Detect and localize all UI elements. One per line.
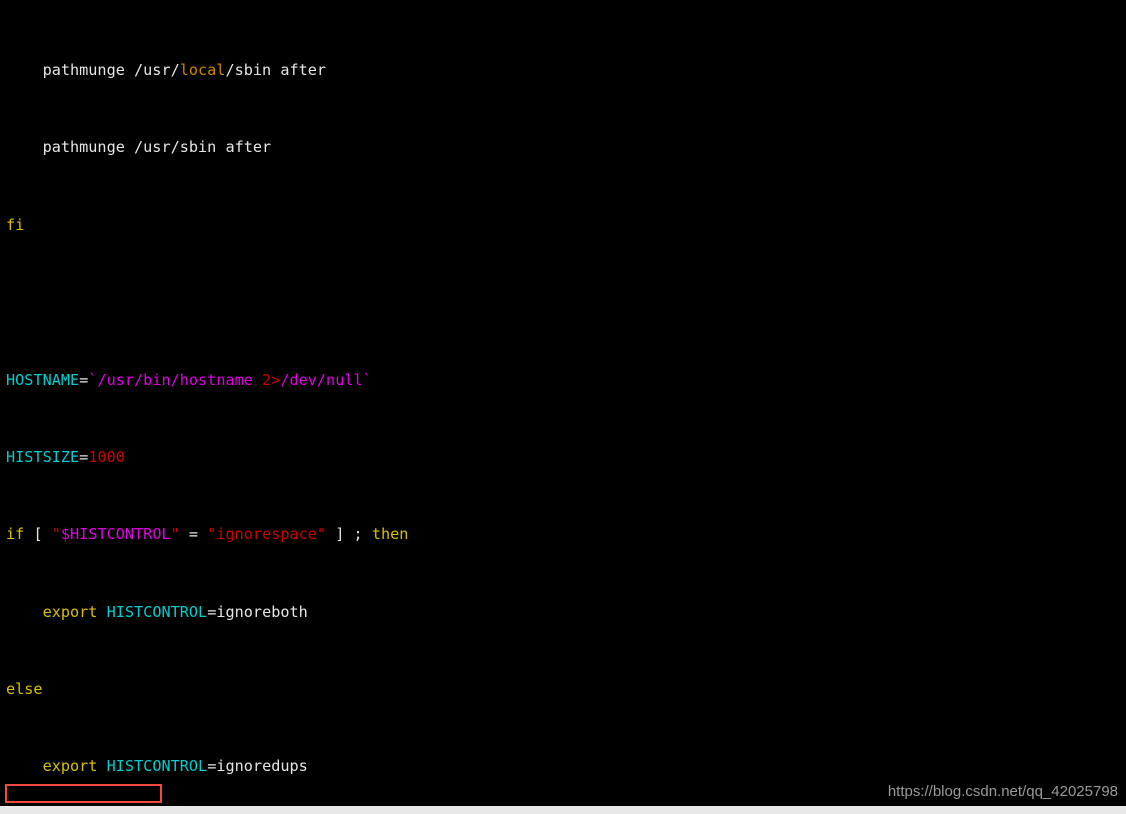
token-plain: [ bbox=[24, 525, 52, 544]
code-line: fi bbox=[6, 216, 683, 235]
token-string: "ignorespace" bbox=[207, 525, 327, 544]
token-string: 2> bbox=[262, 370, 281, 389]
code-line: export HISTCONTROL=ignoredups bbox=[6, 757, 683, 776]
code-line: HOSTNAME=`/usr/bin/hostname 2>/dev/null` bbox=[6, 371, 683, 390]
token-keyword: if bbox=[6, 525, 25, 544]
token-special: local bbox=[179, 61, 226, 80]
code-line: else bbox=[6, 680, 683, 699]
token-plain: = bbox=[79, 447, 89, 466]
code-line: HISTSIZE=1000 bbox=[6, 448, 683, 467]
code-line: pathmunge /usr/local/sbin after bbox=[6, 61, 683, 80]
token-identifier: HISTSIZE bbox=[6, 447, 80, 466]
token-string: 1000 bbox=[88, 447, 125, 466]
source-code-text: pathmunge /usr/local/sbin after pathmung… bbox=[6, 3, 683, 806]
token-keyword: fi bbox=[6, 215, 25, 234]
annotation-rectangle bbox=[5, 784, 162, 803]
token-plain: /sbin after bbox=[225, 61, 327, 80]
token-plain: pathmunge /usr/ bbox=[6, 61, 180, 80]
token-plain: =ignoredups bbox=[207, 757, 308, 776]
token-plain: pathmunge /usr/sbin after bbox=[6, 138, 272, 157]
token-plain: = bbox=[79, 370, 89, 389]
token-variable: `/usr/bin/hostname bbox=[88, 370, 263, 389]
bottom-strip bbox=[0, 806, 1126, 814]
token-keyword: export bbox=[42, 602, 98, 621]
watermark-text: https://blog.csdn.net/qq_42025798 bbox=[887, 783, 1118, 800]
token-variable: /dev/null` bbox=[280, 370, 372, 389]
token-plain: = bbox=[179, 525, 208, 544]
token-identifier: HISTCONTROL bbox=[106, 757, 208, 776]
token-identifier: HISTCONTROL bbox=[106, 602, 208, 621]
token-variable: $HISTCONTROL bbox=[60, 525, 171, 544]
code-line: pathmunge /usr/sbin after bbox=[6, 138, 683, 157]
token-plain: ] ; bbox=[326, 525, 372, 544]
token-plain: =ignoreboth bbox=[207, 602, 308, 621]
token-keyword: export bbox=[42, 757, 98, 776]
token-identifier: HOSTNAME bbox=[6, 370, 80, 389]
vim-editor-pane[interactable]: pathmunge /usr/local/sbin after pathmung… bbox=[0, 0, 1126, 806]
terminal-screen: pathmunge /usr/local/sbin after pathmung… bbox=[0, 0, 1126, 814]
code-line: if [ "$HISTCONTROL" = "ignorespace" ] ; … bbox=[6, 525, 683, 544]
token-keyword: then bbox=[371, 525, 409, 544]
token-string: " bbox=[51, 525, 61, 544]
token-string: " bbox=[170, 525, 180, 544]
code-line: export HISTCONTROL=ignoreboth bbox=[6, 603, 683, 622]
token-keyword: else bbox=[6, 680, 43, 699]
